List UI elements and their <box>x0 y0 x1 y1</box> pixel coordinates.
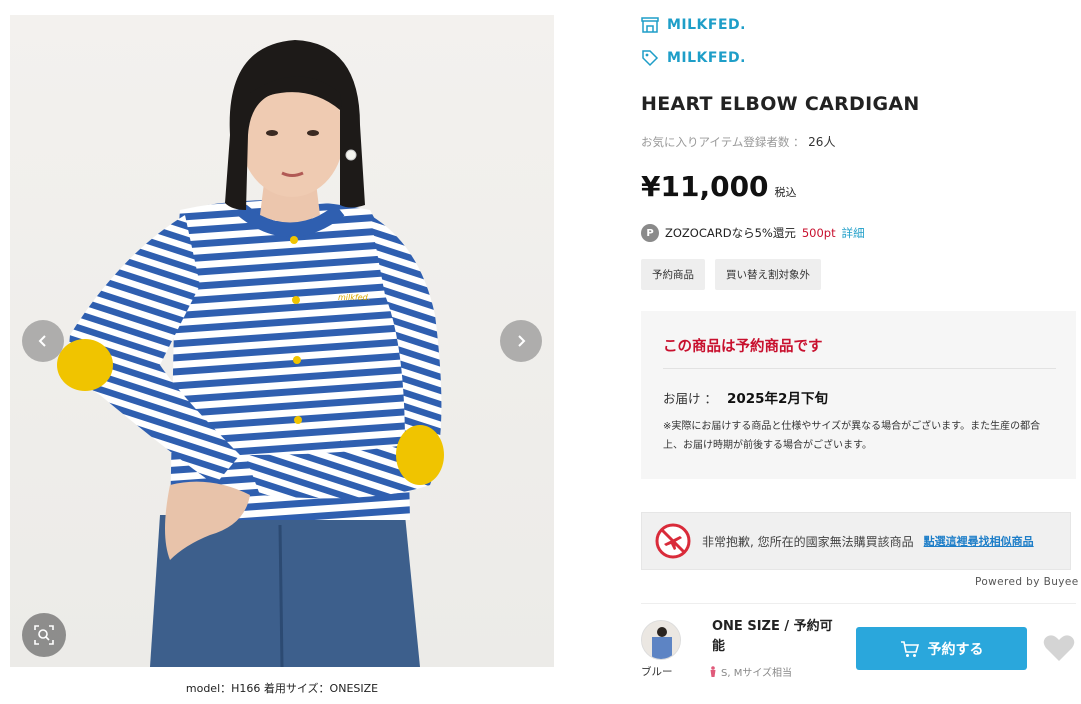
divider <box>663 368 1056 369</box>
preorder-button[interactable]: 予約する <box>856 627 1027 670</box>
cart-icon <box>900 640 919 657</box>
size-note: S, Mサイズ相当 <box>709 664 792 679</box>
model-caption: model：H166 着用サイズ：ONESIZE <box>185 682 379 695</box>
tag-no-trade-in: 買い替え割対象外 <box>715 259 821 290</box>
size-note-text: S, Mサイズ相当 <box>721 668 793 679</box>
heart-icon <box>1043 635 1075 661</box>
favorites-number: 26人 <box>808 135 836 149</box>
preorder-notice: この商品は予約商品です お届け ： 2025年2月下旬 ※実際にお届けする商品と… <box>641 311 1076 479</box>
favorites-count: お気に入りアイテム登録者数 ： 26人 <box>641 133 835 150</box>
shop-link[interactable]: MILKFED. <box>641 17 746 33</box>
product-title: HEART ELBOW CARDIGAN <box>641 93 920 115</box>
product-tags: 予約商品 買い替え割対象外 <box>641 259 821 290</box>
preorder-button-label: 予約する <box>927 641 984 658</box>
delivery-label: お届け ： <box>663 391 717 406</box>
zoom-button[interactable] <box>22 613 66 657</box>
zoom-icon <box>34 625 54 645</box>
swatch-thumbnail <box>642 621 680 659</box>
buyee-message: 非常抱歉, 您所在的國家無法購買該商品 <box>702 534 914 549</box>
person-icon <box>710 666 716 677</box>
favorite-button[interactable] <box>1043 634 1075 666</box>
favorites-label: お気に入りアイテム登録者数 ： <box>641 135 805 149</box>
store-icon <box>641 17 659 33</box>
preorder-note: ※実際にお届けする商品と仕様やサイズが異なる場合がございます。また生産の都合上、… <box>663 421 1041 451</box>
buyee-restriction-banner: 非常抱歉, 您所在的國家無法購買該商品 點選這裡尋找相似商品 <box>641 512 1071 570</box>
chevron-left-icon <box>38 335 46 347</box>
prev-image-button[interactable] <box>22 320 64 362</box>
price-amount: ¥11,000 <box>641 170 769 203</box>
chevron-right-icon <box>518 335 526 347</box>
model-photo-illustration: milkfed. <box>57 40 444 667</box>
shop-name: MILKFED. <box>667 17 746 33</box>
color-label: ブルー <box>641 666 673 678</box>
powered-by-buyee: Powered by Buyee <box>975 576 1079 588</box>
embroidery-text: milkfed. <box>338 293 370 302</box>
color-swatch-blue[interactable] <box>641 620 681 660</box>
size-availability: ONE SIZE / 予約可能 <box>712 619 833 654</box>
brand-link[interactable]: MILKFED. <box>641 49 746 67</box>
similar-items-link[interactable]: 點選這裡尋找相似商品 <box>924 533 1034 549</box>
brand-name: MILKFED. <box>667 50 746 66</box>
point-icon: P <box>641 224 659 242</box>
delivery-info: お届け ： 2025年2月下旬 <box>663 387 1054 407</box>
section-divider <box>641 603 1076 604</box>
no-plane-icon <box>655 523 691 559</box>
zozocard-points: 500pt <box>801 226 836 240</box>
product-photo[interactable]: milkfed. <box>10 15 554 667</box>
preorder-heading: この商品は予約商品です <box>663 339 823 355</box>
zozocard-text: ZOZOCARDなら5%還元 <box>665 226 796 240</box>
tax-label: 税込 <box>774 186 797 199</box>
tag-preorder: 予約商品 <box>641 259 705 290</box>
zozocard-detail-link[interactable]: 詳細 <box>842 225 865 241</box>
delivery-date: 2025年2月下旬 <box>726 391 828 407</box>
price: ¥11,000 税込 <box>641 170 797 203</box>
next-image-button[interactable] <box>500 320 542 362</box>
zozocard-promo: P ZOZOCARDなら5%還元 500pt 詳細 <box>641 224 865 242</box>
tag-icon <box>642 50 659 67</box>
